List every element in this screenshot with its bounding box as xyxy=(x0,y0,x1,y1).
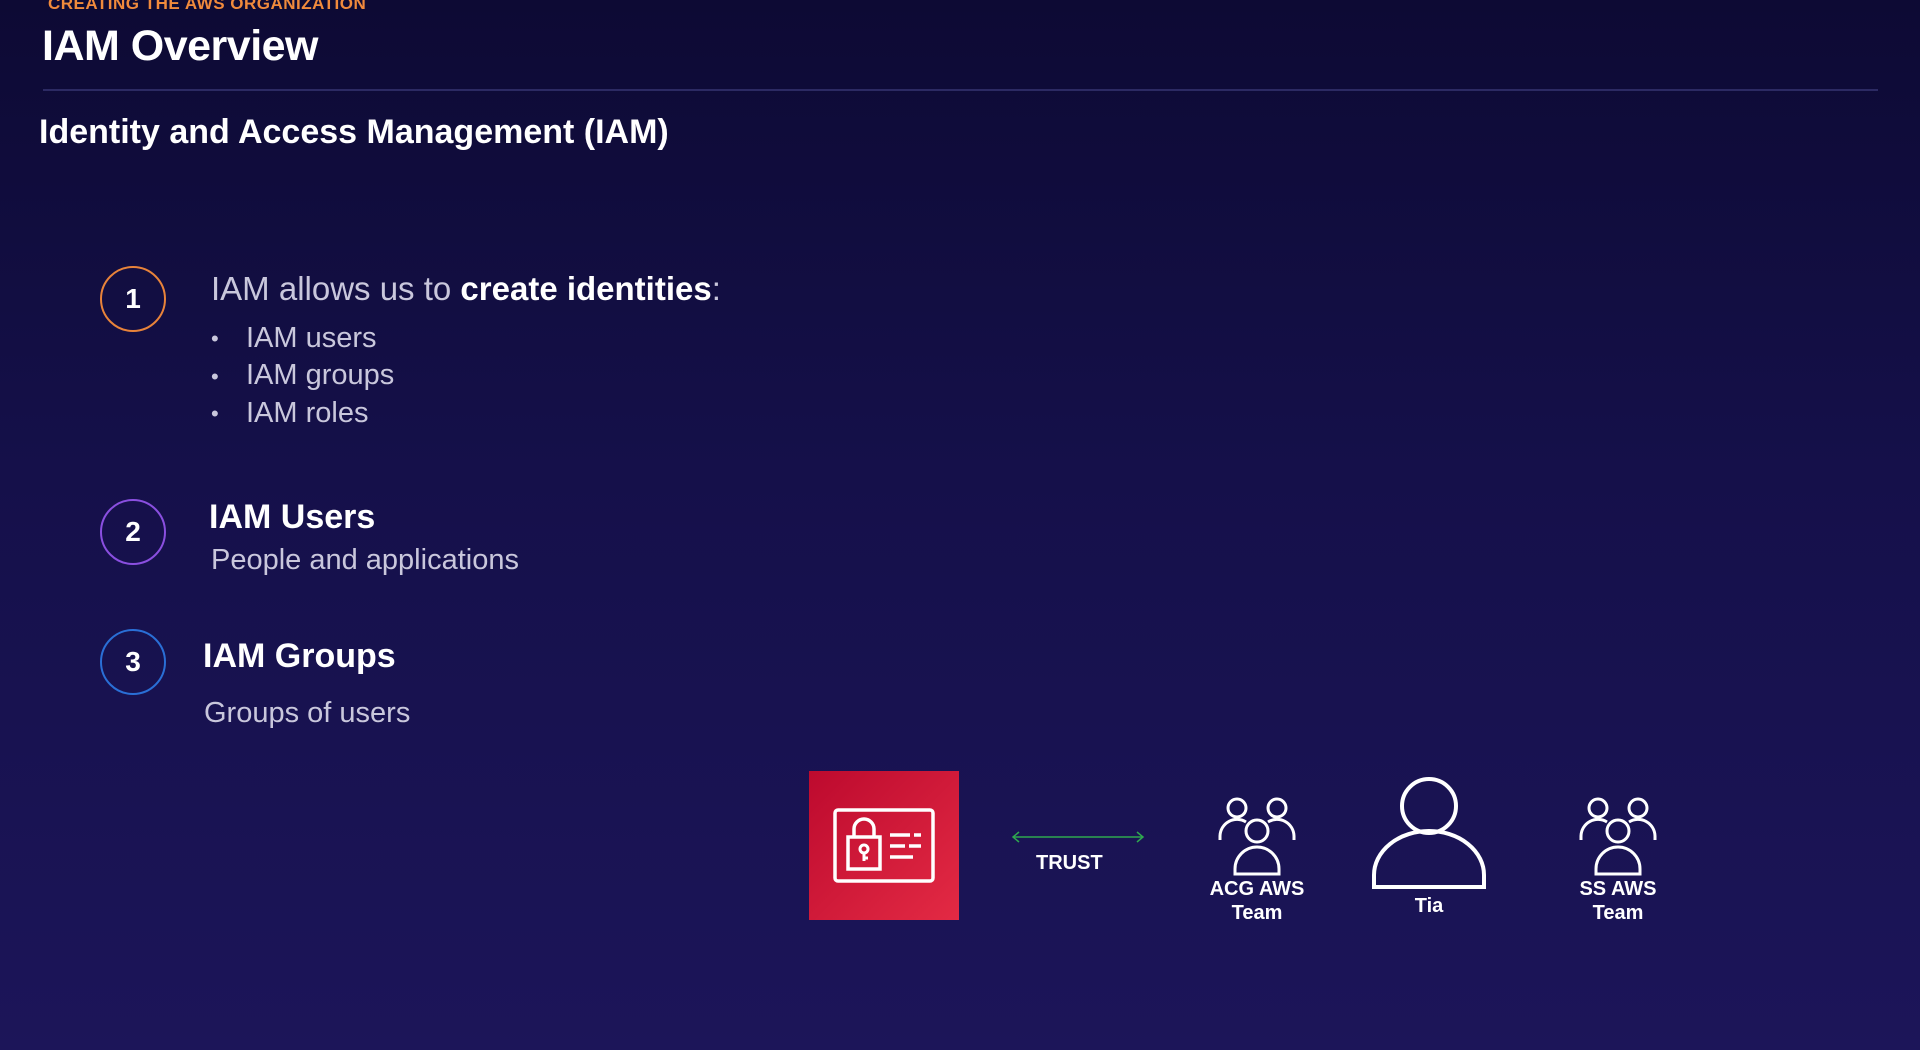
list-item-label: IAM users xyxy=(246,322,377,354)
step-2-heading: IAM Users xyxy=(209,498,376,536)
step-1-intro-text: IAM allows us to xyxy=(211,270,461,307)
step-2-description: People and applications xyxy=(211,544,519,576)
entity-ss-aws-team: SS AWS Team xyxy=(1548,795,1688,925)
list-item: • IAM users xyxy=(211,320,394,357)
bullet-icon: • xyxy=(211,401,219,427)
group-icon xyxy=(1579,797,1657,876)
step-3-heading: IAM Groups xyxy=(203,637,396,675)
step-2-badge: 2 xyxy=(100,499,166,565)
trust-arrow-icon xyxy=(1011,831,1145,843)
step-1-intro: IAM allows us to create identities: xyxy=(211,270,721,308)
list-item-label: IAM groups xyxy=(246,359,395,392)
identity-type-list: • IAM users • IAM groups • IAM roles xyxy=(211,320,394,432)
entity-label-line1: SS AWS xyxy=(1579,878,1657,900)
page-subtitle: Identity and Access Management (IAM) xyxy=(39,113,669,151)
bullet-icon: • xyxy=(211,363,219,389)
step-2-number: 2 xyxy=(125,516,141,547)
list-item: • IAM groups xyxy=(211,357,394,394)
bullet-icon: • xyxy=(211,326,219,352)
step-1-number: 1 xyxy=(125,283,141,314)
step-1-intro-suffix: : xyxy=(711,270,721,307)
entity-tia: Tia xyxy=(1364,776,1494,918)
step-1-intro-bold: create identities xyxy=(460,270,712,307)
step-3-number: 3 xyxy=(125,646,141,677)
iam-service-tile xyxy=(809,771,959,920)
entity-label: Tia xyxy=(1414,895,1444,917)
entity-label-line1: ACG AWS xyxy=(1209,878,1305,900)
step-3-description: Groups of users xyxy=(204,697,411,729)
entity-label-line2: Team xyxy=(1231,902,1283,924)
title-divider xyxy=(43,89,1878,91)
page-title: IAM Overview xyxy=(42,22,319,70)
entity-label-line2: Team xyxy=(1592,902,1644,924)
step-3-badge: 3 xyxy=(100,629,166,695)
step-1-badge: 1 xyxy=(100,266,166,332)
entity-acg-aws-team: ACG AWS Team xyxy=(1187,795,1327,925)
list-item-label: IAM roles xyxy=(246,396,369,429)
group-icon xyxy=(1218,797,1296,876)
iam-identity-card-icon xyxy=(833,808,935,883)
section-eyebrow: CREATING THE AWS ORGANIZATION xyxy=(48,0,367,13)
list-item: • IAM roles xyxy=(211,395,394,432)
trust-label: TRUST xyxy=(1036,852,1103,874)
user-icon xyxy=(1372,777,1486,889)
